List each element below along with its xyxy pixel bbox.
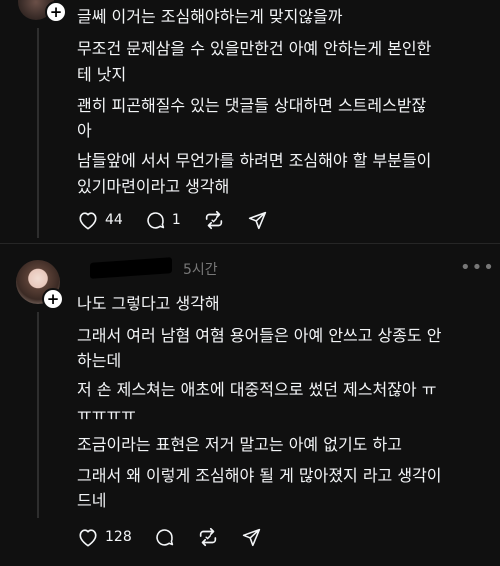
send-icon: [248, 211, 266, 229]
post-text-line: 그래서 여러 남혐 여혐 용어들은 아예 안쓰고 상종도 안: [77, 326, 442, 345]
more-options-icon[interactable]: •••: [460, 257, 495, 278]
repost-icon: [199, 527, 216, 547]
heart-icon: [79, 529, 97, 547]
reply-button[interactable]: [154, 527, 175, 548]
post-text-line: 있기마련이라고 생각해: [77, 177, 230, 196]
post-actions: 128: [77, 526, 284, 548]
post-text-line: 저 손 제스쳐는 애초에 대중적으로 썼던 제스처잖아 ㅠ: [77, 380, 437, 399]
post-text-line: 무조건 문제삼을 수 있을만한건 아예 안하는게 본인한: [77, 39, 432, 58]
reply-button[interactable]: 1: [145, 210, 181, 231]
share-button[interactable]: [247, 210, 268, 231]
post-text-line: 테 낫지: [77, 65, 127, 84]
post-text-line: 드네: [77, 491, 107, 510]
follow-plus-icon[interactable]: +: [45, 1, 67, 23]
thread-line: [37, 312, 39, 518]
username-redacted[interactable]: [90, 257, 172, 279]
heart-icon: [79, 212, 97, 230]
post-actions: 44 1: [77, 209, 290, 231]
repost-button[interactable]: [203, 209, 225, 231]
like-count: 128: [105, 529, 132, 545]
post-text-line: 괜히 피곤해질수 있는 댓글들 상대하면 스트레스받잖: [77, 96, 427, 115]
reply-count: 1: [171, 212, 181, 228]
repost-icon: [205, 210, 222, 230]
post-text-line: 조금이라는 표현은 저거 말고는 아예 없기도 하고: [77, 435, 402, 454]
post-text-line: ㅠㅠㅠㅠ: [77, 405, 136, 424]
post-time: 5시간: [183, 262, 218, 278]
like-button[interactable]: 128: [77, 527, 132, 547]
post-divider: [0, 243, 500, 244]
post-text-line: 나도 그렇다고 생각해: [77, 294, 220, 313]
post-text-line: 그래서 왜 이렇게 조심해야 될 게 많아졌지 라고 생각이: [77, 466, 442, 485]
comment-icon: [147, 211, 164, 229]
post-text-line: 하는데: [77, 351, 122, 370]
thread-line: [37, 28, 39, 238]
repost-button[interactable]: [197, 526, 219, 548]
send-icon: [242, 528, 260, 546]
share-button[interactable]: [241, 527, 262, 548]
like-count: 44: [105, 212, 123, 228]
post-text-line: 아: [77, 121, 92, 140]
comment-icon: [156, 528, 173, 546]
follow-plus-icon[interactable]: +: [42, 288, 64, 310]
post-text-line: 남들앞에 서서 무언가를 하려면 조심해야 할 부분들이: [77, 151, 432, 170]
like-button[interactable]: 44: [77, 210, 123, 230]
post-text-line: 글쎄 이거는 조심해야하는게 맞지않을까: [77, 7, 343, 26]
